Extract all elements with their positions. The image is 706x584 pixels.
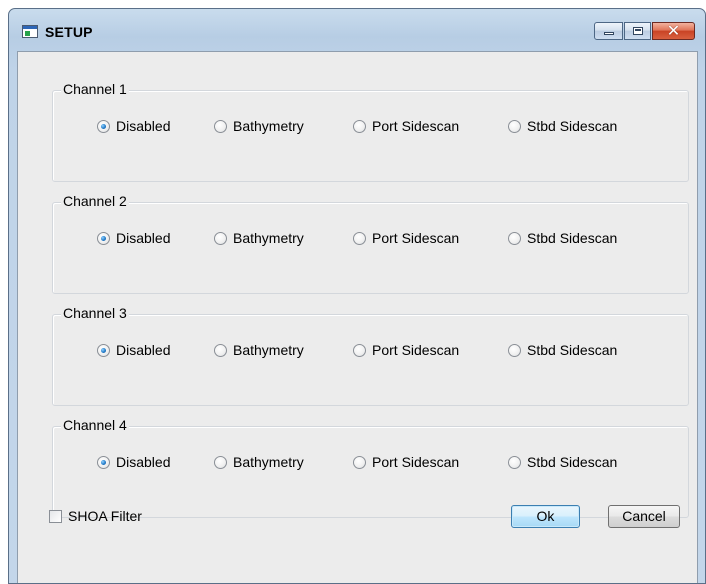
channel-3-group: Channel 3 Disabled Bathymetry Port Sides… bbox=[52, 305, 689, 406]
radio-unchecked-icon bbox=[508, 343, 521, 357]
channel-1-label: Channel 1 bbox=[61, 81, 129, 97]
radio-unchecked-icon bbox=[508, 231, 521, 245]
close-button[interactable]: ✕ bbox=[652, 22, 695, 40]
close-icon: ✕ bbox=[666, 23, 681, 40]
channel-3-options: Disabled Bathymetry Port Sidescan Stbd S… bbox=[53, 338, 688, 362]
channel-3-disabled-radio[interactable]: Disabled bbox=[97, 338, 170, 362]
window-controls: ✕ bbox=[593, 22, 695, 44]
channel-4-disabled-radio[interactable]: Disabled bbox=[97, 450, 170, 474]
radio-unchecked-icon bbox=[214, 119, 227, 133]
channel-4-options: Disabled Bathymetry Port Sidescan Stbd S… bbox=[53, 450, 688, 474]
title-bar[interactable]: SETUP ✕ bbox=[9, 9, 705, 51]
channel-1-options: Disabled Bathymetry Port Sidescan Stbd S… bbox=[53, 114, 688, 138]
channel-2-port-sidescan-radio[interactable]: Port Sidescan bbox=[353, 226, 459, 250]
radio-unchecked-icon bbox=[353, 231, 366, 245]
radio-checked-icon bbox=[97, 343, 110, 357]
radio-unchecked-icon bbox=[214, 231, 227, 245]
channel-1-disabled-radio[interactable]: Disabled bbox=[97, 114, 170, 138]
channel-1-stbd-sidescan-radio[interactable]: Stbd Sidescan bbox=[508, 114, 617, 138]
channel-3-port-sidescan-radio[interactable]: Port Sidescan bbox=[353, 338, 459, 362]
channel-3-bathymetry-radio[interactable]: Bathymetry bbox=[214, 338, 304, 362]
channel-4-bathymetry-radio[interactable]: Bathymetry bbox=[214, 450, 304, 474]
channel-3-stbd-sidescan-radio[interactable]: Stbd Sidescan bbox=[508, 338, 617, 362]
cancel-button[interactable]: Cancel bbox=[608, 505, 680, 528]
shoa-filter-checkbox[interactable]: SHOA Filter bbox=[49, 506, 142, 526]
dialog-body: Channel 1 Disabled Bathymetry Port Sides… bbox=[17, 51, 698, 583]
radio-unchecked-icon bbox=[214, 455, 227, 469]
channel-4-port-sidescan-radio[interactable]: Port Sidescan bbox=[353, 450, 459, 474]
minimize-button[interactable] bbox=[594, 22, 623, 40]
channel-2-label: Channel 2 bbox=[61, 193, 129, 209]
radio-checked-icon bbox=[97, 231, 110, 245]
radio-unchecked-icon bbox=[508, 455, 521, 469]
channel-2-bathymetry-radio[interactable]: Bathymetry bbox=[214, 226, 304, 250]
window-title: SETUP bbox=[45, 24, 93, 40]
radio-unchecked-icon bbox=[353, 343, 366, 357]
setup-dialog: SETUP ✕ Channel 1 Disabled Bathymetry Po… bbox=[8, 8, 706, 584]
channel-4-label: Channel 4 bbox=[61, 417, 129, 433]
ok-button[interactable]: Ok bbox=[511, 505, 580, 528]
radio-checked-icon bbox=[97, 455, 110, 469]
radio-unchecked-icon bbox=[508, 119, 521, 133]
minimize-icon bbox=[604, 32, 614, 35]
maximize-button[interactable] bbox=[624, 22, 651, 40]
channel-2-stbd-sidescan-radio[interactable]: Stbd Sidescan bbox=[508, 226, 617, 250]
maximize-icon bbox=[633, 27, 643, 35]
radio-unchecked-icon bbox=[353, 455, 366, 469]
radio-unchecked-icon bbox=[214, 343, 227, 357]
app-window-icon bbox=[22, 25, 38, 38]
channel-1-group: Channel 1 Disabled Bathymetry Port Sides… bbox=[52, 81, 689, 182]
radio-unchecked-icon bbox=[353, 119, 366, 133]
channel-4-stbd-sidescan-radio[interactable]: Stbd Sidescan bbox=[508, 450, 617, 474]
channel-3-label: Channel 3 bbox=[61, 305, 129, 321]
checkbox-unchecked-icon bbox=[49, 509, 62, 523]
channel-2-group: Channel 2 Disabled Bathymetry Port Sides… bbox=[52, 193, 689, 294]
channel-2-disabled-radio[interactable]: Disabled bbox=[97, 226, 170, 250]
channel-1-bathymetry-radio[interactable]: Bathymetry bbox=[214, 114, 304, 138]
radio-checked-icon bbox=[97, 119, 110, 133]
channel-1-port-sidescan-radio[interactable]: Port Sidescan bbox=[353, 114, 459, 138]
channel-2-options: Disabled Bathymetry Port Sidescan Stbd S… bbox=[53, 226, 688, 250]
channel-4-group: Channel 4 Disabled Bathymetry Port Sides… bbox=[52, 417, 689, 518]
